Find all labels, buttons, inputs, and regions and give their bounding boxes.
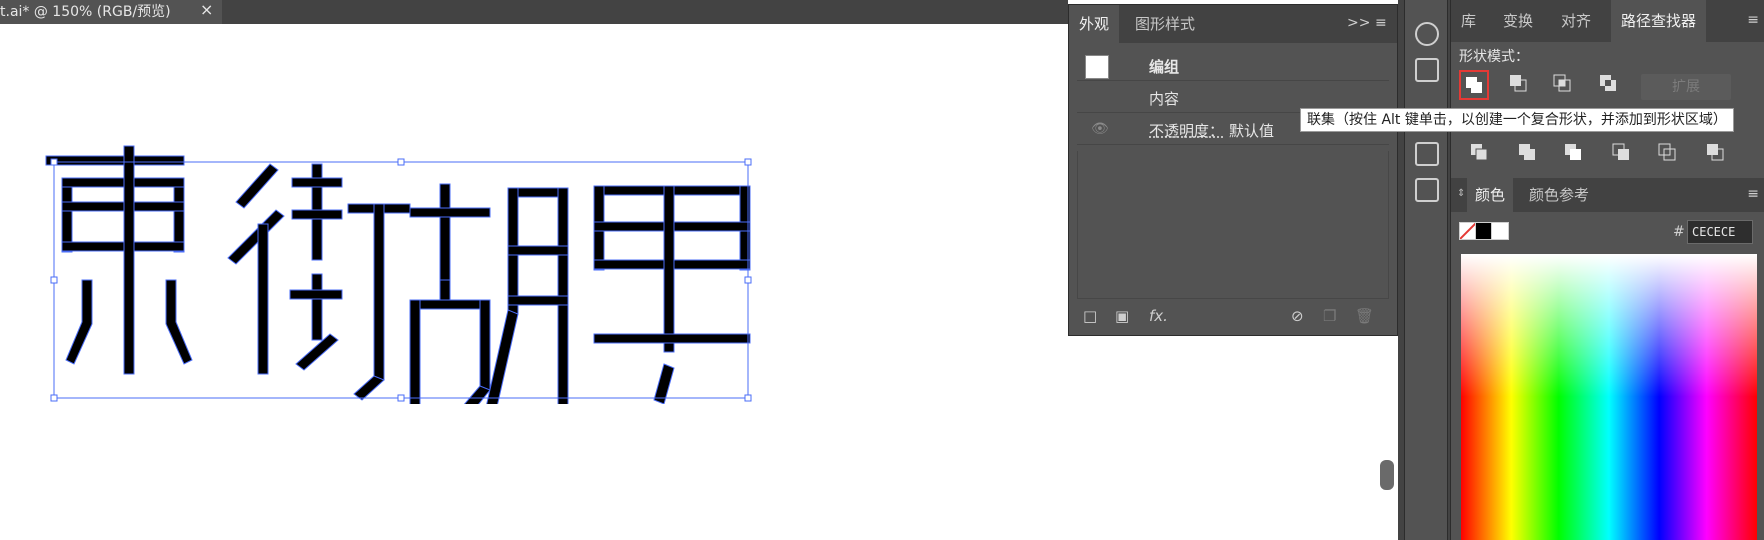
exclude-button[interactable] <box>1595 70 1625 100</box>
light-bulb-icon[interactable] <box>1415 22 1439 46</box>
pathfinder-panel: 库 变换 对齐 路径查找器 ≡ 形状模式： 扩展 <box>1450 0 1764 178</box>
appearance-tab-bar: 外观 图形样式 >> ≡ <box>1069 5 1397 43</box>
close-icon[interactable]: × <box>200 0 213 20</box>
hex-hash-label: # <box>1673 224 1685 240</box>
tab-color[interactable]: 颜色 <box>1467 178 1514 212</box>
delete-item-icon[interactable]: 🗑 <box>1355 307 1374 325</box>
minus-front-icon <box>1510 75 1527 92</box>
group-thumbnail <box>1085 55 1109 79</box>
exclude-icon <box>1600 75 1616 91</box>
expand-button[interactable]: 扩展 <box>1641 74 1731 100</box>
eye-icon[interactable]: 👁 <box>1091 121 1109 137</box>
tab-align[interactable]: 对齐 <box>1551 0 1601 42</box>
tab-graphic-styles[interactable]: 图形样式 <box>1125 5 1205 43</box>
export-icon[interactable] <box>1415 142 1439 166</box>
collapse-arrows-icon[interactable]: ⇕ <box>1457 188 1465 199</box>
trim-button[interactable] <box>1515 140 1545 170</box>
divide-button[interactable] <box>1467 140 1497 170</box>
clear-appearance-icon[interactable]: ⊘ <box>1291 307 1304 325</box>
panel-menu-icon[interactable]: ≡ <box>1375 15 1387 31</box>
color-tab-bar: ⇕ 颜色 颜色参考 ≡ <box>1451 178 1764 212</box>
appearance-row-group[interactable]: 编组 <box>1077 51 1389 81</box>
tab-color-guide[interactable]: 颜色参考 <box>1521 178 1597 212</box>
add-fill-icon[interactable]: ▣ <box>1115 307 1129 325</box>
tab-transform[interactable]: 变换 <box>1493 0 1543 42</box>
intersect-button[interactable] <box>1549 70 1579 100</box>
hex-color-input[interactable]: CECECE <box>1687 220 1753 244</box>
minus-back-button[interactable] <box>1703 140 1733 170</box>
illustrator-window: t.ai* @ 150% (RGB/预览) × 外观 图形样式 >> ≡ 编组 … <box>0 0 1764 540</box>
appearance-list-area <box>1077 151 1389 299</box>
color-spectrum[interactable] <box>1461 254 1757 540</box>
opacity-label[interactable]: 不透明度： <box>1149 120 1224 141</box>
pathfinder-tab-bar: 库 变换 对齐 路径查找器 ≡ <box>1451 0 1764 42</box>
minus-back-icon <box>1707 144 1724 161</box>
tab-pathfinder[interactable]: 路径查找器 <box>1611 0 1707 42</box>
tab-libraries[interactable]: 库 <box>1451 0 1486 42</box>
duplicate-item-icon[interactable]: ❐ <box>1323 307 1336 325</box>
crop-button[interactable] <box>1609 140 1639 170</box>
group-label: 编组 <box>1149 58 1180 76</box>
tab-appearance[interactable]: 外观 <box>1069 5 1120 43</box>
contents-label: 内容 <box>1149 90 1180 108</box>
intersect-icon <box>1553 74 1571 92</box>
merge-icon <box>1565 144 1581 160</box>
crop-icon <box>1612 143 1629 160</box>
panel-menu-icon[interactable]: ≡ <box>1747 12 1759 28</box>
collapse-panel-icon[interactable]: >> <box>1347 15 1370 31</box>
shape-modes-label: 形状模式： <box>1459 49 1529 65</box>
white-swatch[interactable] <box>1491 222 1509 240</box>
opacity-value: 默认值 <box>1229 122 1275 140</box>
unite-icon <box>1466 77 1482 93</box>
add-effect-icon[interactable]: fx. <box>1149 307 1168 325</box>
appearance-footer: □ ▣ fx. ⊘ ❐ 🗑 <box>1069 301 1397 331</box>
outline-button[interactable] <box>1655 140 1685 170</box>
outline-icon <box>1658 143 1676 161</box>
asset-export-icon[interactable] <box>1415 58 1439 82</box>
panel-icon-strip <box>1404 0 1448 540</box>
appearance-panel: 外观 图形样式 >> ≡ 编组 内容 👁 不透明度： 默认值 □ ▣ fx. ⊘… <box>1068 4 1398 336</box>
document-tab-bar: t.ai* @ 150% (RGB/预览) × <box>0 0 1068 24</box>
merge-button[interactable] <box>1561 140 1591 170</box>
artboards-icon[interactable] <box>1415 178 1439 202</box>
vertical-scrollbar-thumb[interactable] <box>1380 460 1394 490</box>
minus-front-button[interactable] <box>1505 70 1535 100</box>
unite-tooltip: 联集（按住 Alt 键单击，以创建一个复合形状，并添加到形状区域） <box>1300 108 1734 132</box>
divide-icon <box>1471 144 1488 161</box>
panel-menu-icon[interactable]: ≡ <box>1747 186 1759 202</box>
trim-icon <box>1519 144 1535 160</box>
document-tab[interactable]: t.ai* @ 150% (RGB/预览) × <box>0 0 222 24</box>
add-stroke-icon[interactable]: □ <box>1083 307 1097 325</box>
color-panel: ⇕ 颜色 颜色参考 ≡ # CECECE <box>1450 178 1764 540</box>
document-tab-label: t.ai* @ 150% (RGB/预览) <box>0 4 171 20</box>
unite-button[interactable] <box>1459 70 1489 100</box>
